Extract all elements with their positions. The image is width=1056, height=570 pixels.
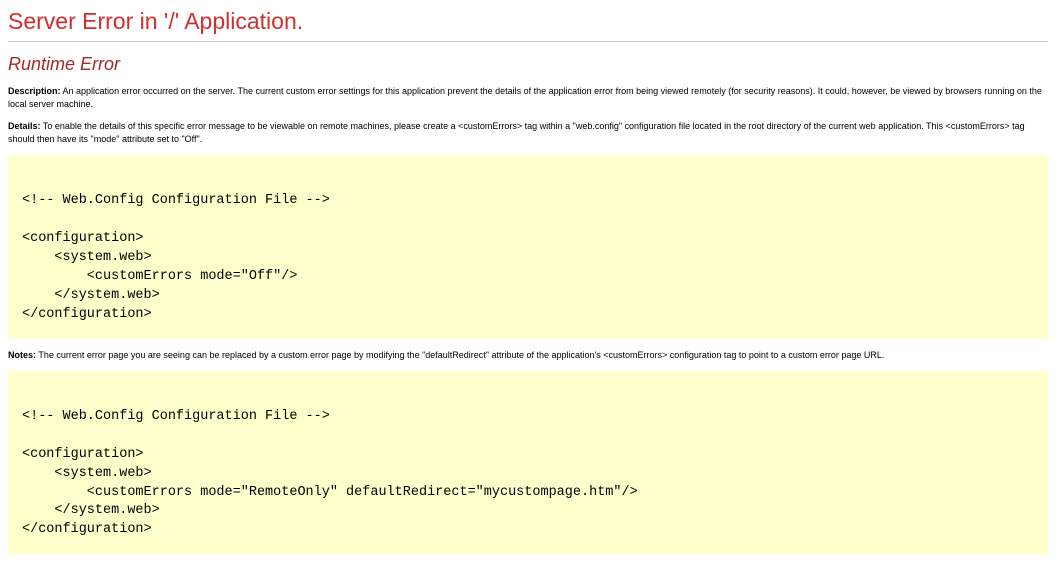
description-label: Description: — [8, 86, 61, 96]
web-config-off-code: <!-- Web.Config Configuration File --> <… — [8, 155, 1048, 338]
error-subtitle: Runtime Error — [8, 54, 1048, 75]
description-line: Description: An application error occurr… — [8, 85, 1048, 110]
notes-text: The current error page you are seeing ca… — [38, 350, 884, 360]
description-text: An application error occurred on the ser… — [8, 86, 1042, 109]
details-label: Details: — [8, 121, 41, 131]
details-line: Details: To enable the details of this s… — [8, 120, 1048, 145]
page-title: Server Error in '/' Application. — [8, 8, 1048, 42]
notes-line: Notes: The current error page you are se… — [8, 349, 1048, 362]
notes-label: Notes: — [8, 350, 36, 360]
details-text: To enable the details of this specific e… — [8, 121, 1025, 144]
web-config-remoteonly-code: <!-- Web.Config Configuration File --> <… — [8, 371, 1048, 554]
